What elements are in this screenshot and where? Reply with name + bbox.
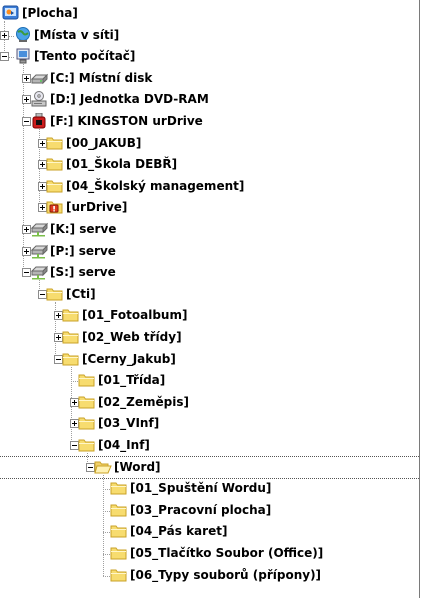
- tree-item[interactable]: [00_JAKUB]: [0, 133, 419, 154]
- folder-tree[interactable]: [Plocha] [Místa v síti] [Tento počítač] [C:…: [0, 0, 420, 598]
- tree-item-label[interactable]: [P:] serve: [50, 244, 116, 258]
- tree-item[interactable]: [02_Zeměpis]: [0, 392, 419, 413]
- tree-item-label[interactable]: [01_Fotoalbum]: [82, 308, 187, 322]
- hard-drive-icon: [30, 70, 49, 86]
- network-drive-icon: [30, 243, 49, 259]
- tree-item-label[interactable]: [03_Pracovní plocha]: [130, 503, 271, 517]
- tree-item[interactable]: [01_Třída]: [0, 370, 419, 391]
- folder-icon: [46, 156, 64, 172]
- tree-item[interactable]: [02_Web třídy]: [0, 327, 419, 348]
- tree-item-label[interactable]: [Tento počítač]: [34, 49, 135, 63]
- tree-item[interactable]: [Tento počítač]: [0, 46, 419, 67]
- tree-item[interactable]: [Cerny_Jakub]: [0, 349, 419, 370]
- tree-item-label[interactable]: [01_Třída]: [98, 373, 165, 387]
- usb-drive-icon: [30, 112, 48, 129]
- tree-item-label[interactable]: [01_Spuštění Wordu]: [130, 481, 271, 495]
- folder-icon: [46, 286, 64, 302]
- network-globe-icon: [14, 26, 32, 43]
- folder-icon: [78, 372, 96, 388]
- urdrive-folder-icon: [46, 199, 64, 215]
- folder-icon: [78, 437, 96, 453]
- folder-icon: [110, 567, 128, 583]
- tree-item[interactable]: [03_VInf]: [0, 413, 419, 434]
- tree-item-label[interactable]: [Místa v síti]: [34, 28, 119, 42]
- tree-item[interactable]: [K:] serve: [0, 219, 419, 240]
- tree-item-label[interactable]: [K:] serve: [50, 222, 116, 236]
- tree-item-label[interactable]: [Cti]: [66, 287, 96, 301]
- tree-item[interactable]: [05_Tlačítko Soubor (Office)]: [0, 543, 419, 564]
- tree-item-label[interactable]: [03_VInf]: [98, 416, 159, 430]
- tree-item-label[interactable]: [04_Pás karet]: [130, 524, 227, 538]
- folder-icon: [110, 523, 128, 539]
- dvd-drive-icon: [30, 91, 48, 107]
- tree-item[interactable]: [urDrive]: [0, 197, 419, 218]
- tree-item[interactable]: [03_Pracovní plocha]: [0, 500, 419, 521]
- tree-item[interactable]: [C:] Místní disk: [0, 68, 419, 89]
- tree-item-label[interactable]: [04_Inf]: [98, 438, 150, 452]
- expand-toggle-icon[interactable]: [0, 30, 9, 40]
- tree-item[interactable]: [04_Školský management]: [0, 176, 419, 197]
- folder-icon: [78, 415, 96, 431]
- tree-item-label[interactable]: [02_Web třídy]: [82, 330, 182, 344]
- folder-icon: [110, 502, 128, 518]
- tree-item-label[interactable]: [F:] KINGSTON urDrive: [50, 114, 203, 128]
- tree-item-label[interactable]: [02_Zeměpis]: [98, 395, 189, 409]
- desktop-icon: [2, 5, 20, 21]
- folder-icon: [110, 480, 128, 496]
- tree-item-label[interactable]: [Plocha]: [22, 6, 78, 20]
- tree-item[interactable]: [Místa v síti]: [0, 25, 419, 46]
- tree-item[interactable]: [01_Škola DEBŘ]: [0, 154, 419, 175]
- tree-item[interactable]: [04_Pás karet]: [0, 521, 419, 542]
- tree-item[interactable]: [Word]: [0, 457, 419, 478]
- open-folder-icon: [94, 459, 112, 475]
- network-drive-icon: [30, 221, 49, 237]
- tree-item[interactable]: [F:] KINGSTON urDrive: [0, 111, 419, 132]
- tree-item[interactable]: [Cti]: [0, 284, 419, 305]
- tree-item[interactable]: [04_Inf]: [0, 435, 419, 456]
- folder-icon: [62, 307, 80, 323]
- tree-item-label[interactable]: [S:] serve: [50, 265, 116, 279]
- folder-icon: [110, 545, 128, 561]
- tree-item[interactable]: [01_Spuštění Wordu]: [0, 478, 419, 499]
- tree-item-label[interactable]: [C:] Místní disk: [50, 71, 152, 85]
- computer-icon: [14, 48, 32, 64]
- tree-item-label[interactable]: [04_Školský management]: [66, 179, 244, 193]
- tree-item[interactable]: [D:] Jednotka DVD-RAM: [0, 89, 419, 110]
- tree-item-label[interactable]: [Word]: [114, 460, 161, 474]
- tree-item[interactable]: [06_Typy souborů (přípony)]: [0, 565, 419, 586]
- folder-icon: [62, 329, 80, 345]
- tree-item-label[interactable]: [01_Škola DEBŘ]: [66, 157, 177, 171]
- tree-item[interactable]: [01_Fotoalbum]: [0, 305, 419, 326]
- tree-item-label[interactable]: [Cerny_Jakub]: [82, 352, 176, 366]
- folder-icon: [78, 394, 96, 410]
- tree-item-label[interactable]: [05_Tlačítko Soubor (Office)]: [130, 546, 323, 560]
- tree-item-label[interactable]: [urDrive]: [66, 200, 127, 214]
- tree-item[interactable]: [P:] serve: [0, 241, 419, 262]
- collapse-toggle-icon[interactable]: [0, 52, 9, 62]
- folder-icon: [46, 135, 64, 151]
- network-drive-icon: [30, 264, 49, 280]
- tree-item[interactable]: [S:] serve: [0, 262, 419, 283]
- tree-item-label[interactable]: [06_Typy souborů (přípony)]: [130, 568, 321, 582]
- tree-item-label[interactable]: [D:] Jednotka DVD-RAM: [50, 92, 209, 106]
- tree-item[interactable]: [Plocha]: [0, 3, 419, 24]
- folder-icon: [62, 351, 80, 367]
- tree-item-label[interactable]: [00_JAKUB]: [66, 136, 141, 150]
- folder-icon: [46, 178, 64, 194]
